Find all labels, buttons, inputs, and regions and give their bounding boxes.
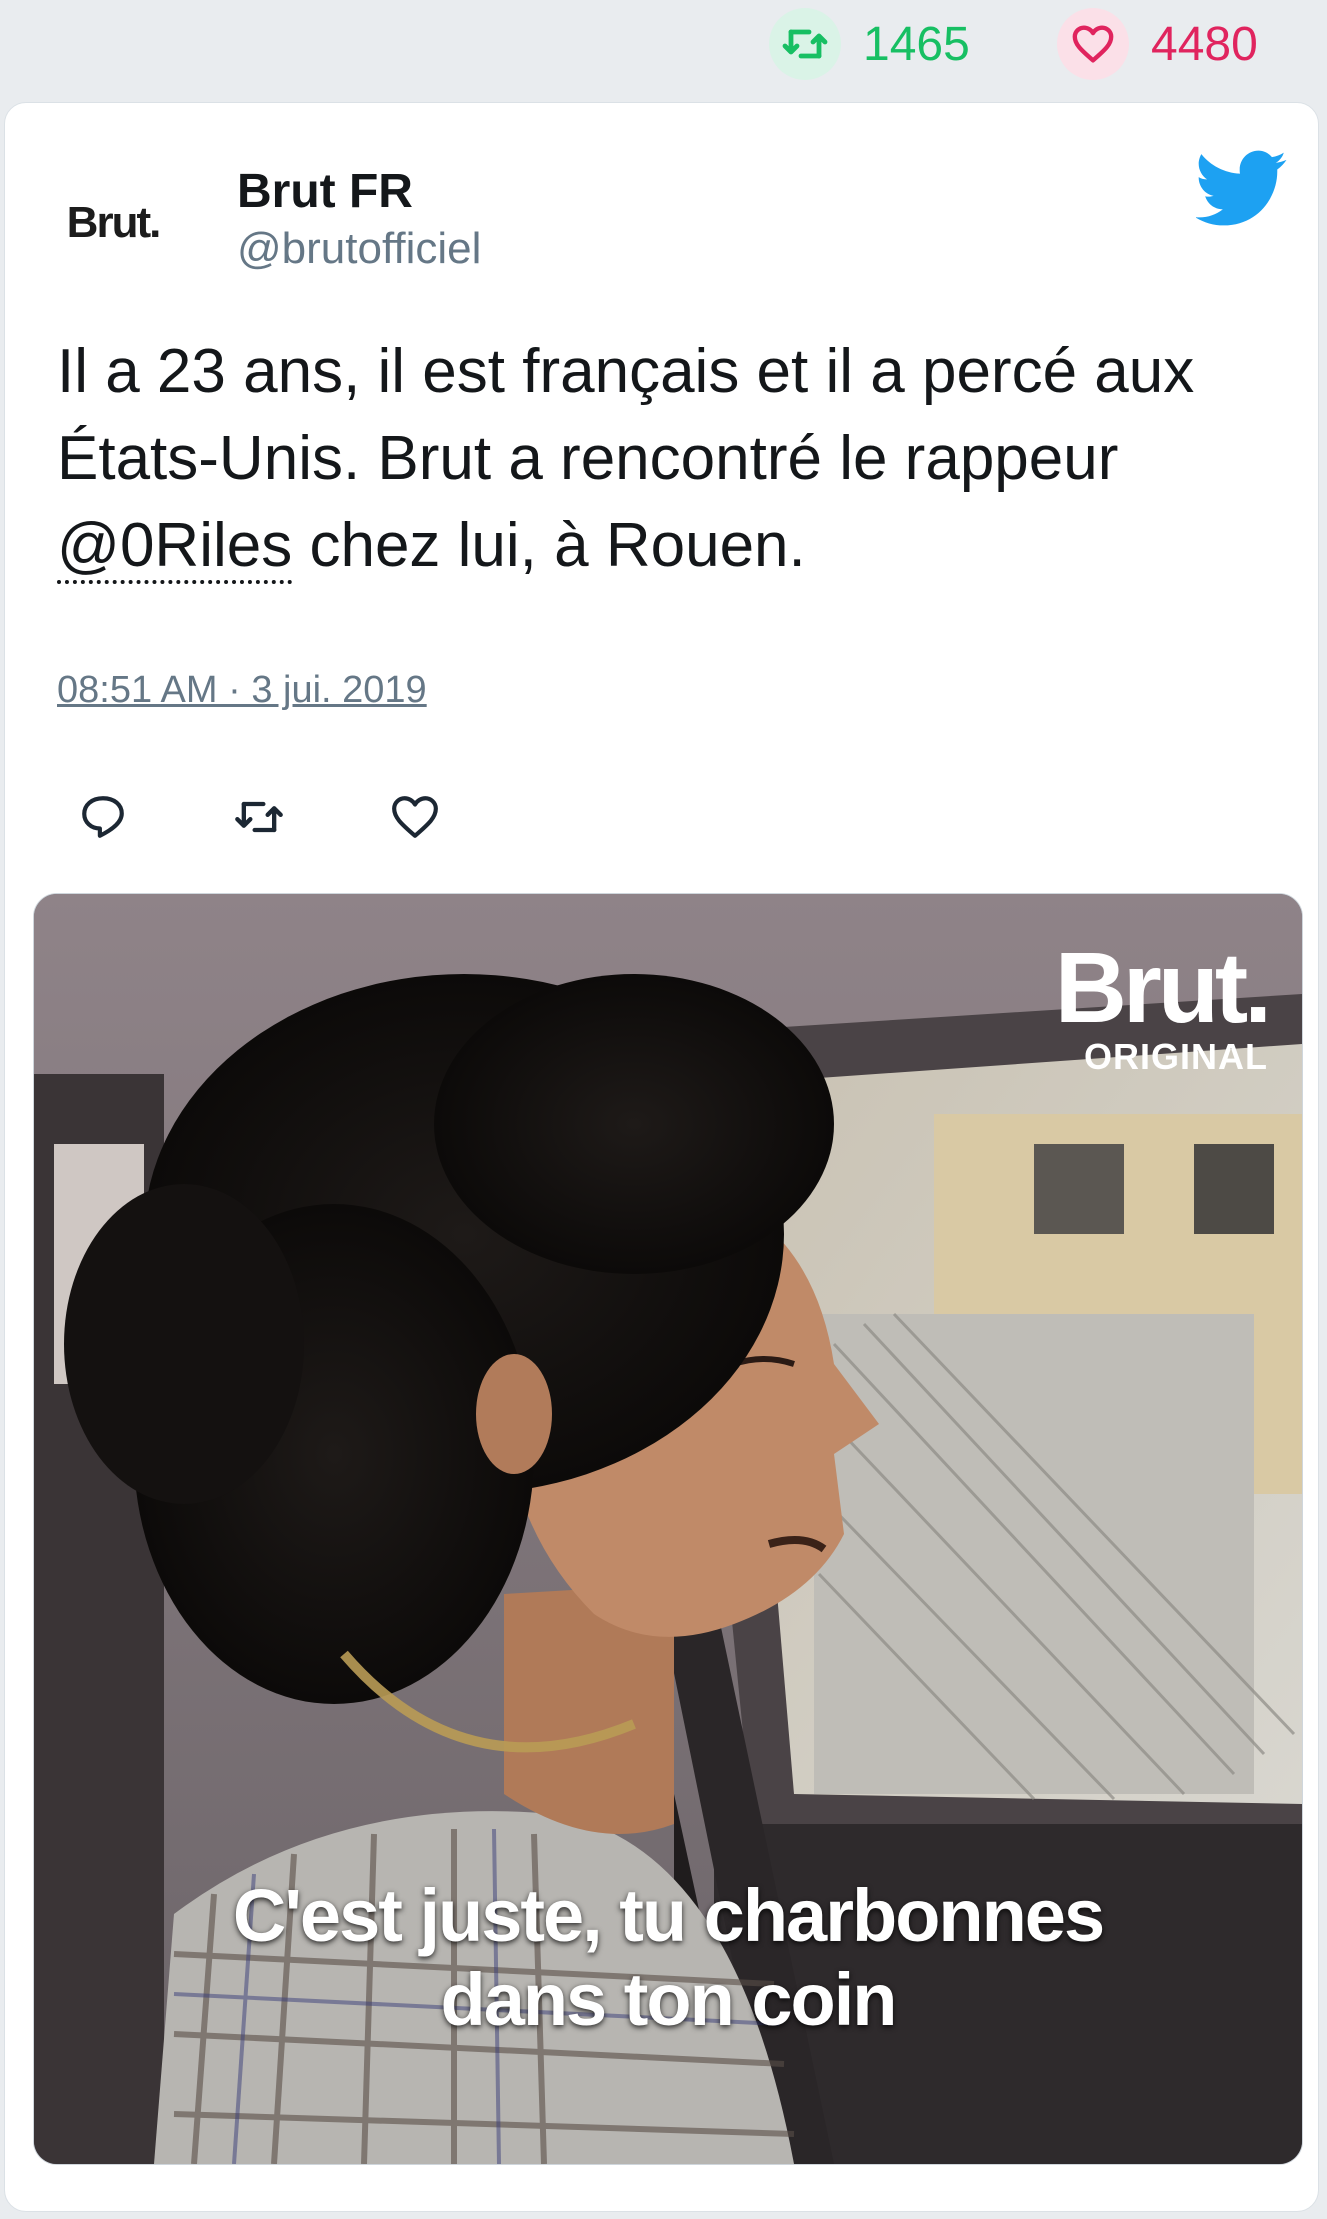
engagement-stats: 1465 4480 — [0, 0, 1327, 100]
like-stat[interactable]: 4480 — [1057, 8, 1258, 80]
retweet-count: 1465 — [863, 17, 970, 71]
logo-sub: ORIGINAL — [1084, 1036, 1268, 1077]
mention-link[interactable]: @0Riles — [57, 511, 293, 584]
retweet-action-icon[interactable] — [231, 789, 287, 845]
author-handle[interactable]: @brutofficiel — [237, 221, 481, 277]
retweet-icon[interactable] — [769, 8, 841, 80]
author-info: Brut FR @brutofficiel — [237, 163, 481, 277]
tweet-text-part1: Il a 23 ans, il est français et il a per… — [57, 337, 1195, 493]
tweet-timestamp[interactable]: 08:51 AM · 3 jui. 2019 — [57, 669, 427, 712]
like-action-icon[interactable] — [387, 789, 443, 845]
twitter-bird-icon[interactable] — [1196, 143, 1288, 235]
tweet-text: Il a 23 ans, il est français et il a per… — [57, 328, 1237, 589]
author-name[interactable]: Brut FR — [237, 163, 481, 221]
like-count: 4480 — [1151, 17, 1258, 71]
brut-original-logo: Brut. ORIGINAL — [1054, 932, 1272, 1078]
subtitle-line-2: dans ton coin — [440, 1958, 898, 2041]
tweet-video[interactable]: Brut. ORIGINAL C'est juste, tu charbonne… — [33, 893, 1303, 2165]
subtitle-line-1: C'est juste, tu charbonnes — [232, 1874, 1105, 1957]
retweet-stat[interactable]: 1465 — [769, 8, 970, 80]
avatar[interactable]: Brut. — [61, 171, 165, 275]
tweet-card: Brut. Brut FR @brutofficiel Il a 23 ans,… — [4, 102, 1319, 2212]
video-subtitle: C'est juste, tu charbonnes dans ton coin — [34, 1874, 1302, 2042]
tweet-actions — [75, 789, 443, 845]
reply-icon[interactable] — [75, 789, 131, 845]
logo-brand: Brut. — [1054, 932, 1272, 1044]
tweet-text-part2: chez lui, à Rouen. — [292, 511, 806, 580]
heart-icon[interactable] — [1057, 8, 1129, 80]
